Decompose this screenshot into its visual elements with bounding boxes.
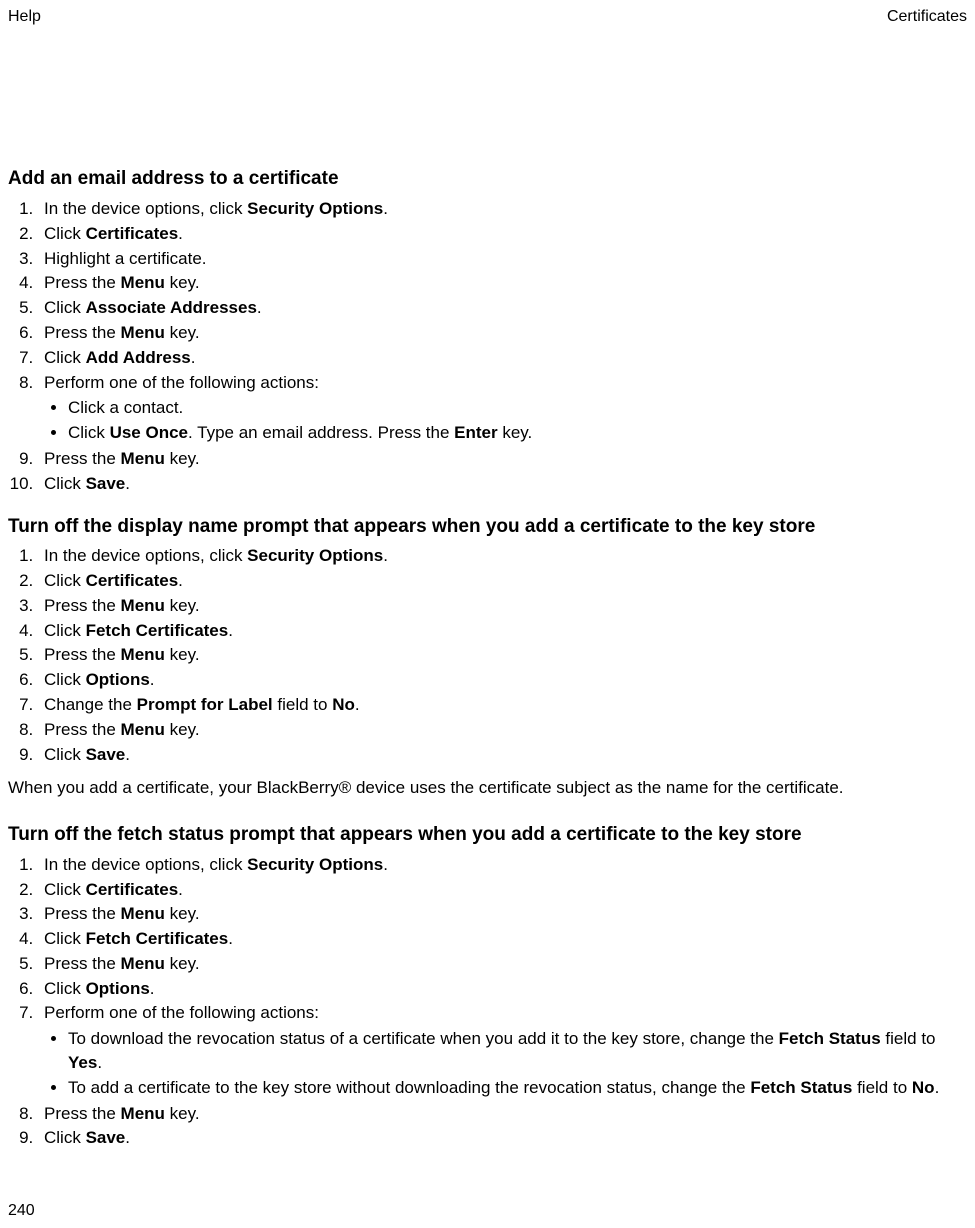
list-item: Perform one of the following actions: Cl… — [38, 371, 967, 445]
list-item: Press the Menu key. — [38, 643, 967, 667]
list-item: Change the Prompt for Label field to No. — [38, 693, 967, 717]
list-item: Click Save. — [38, 472, 967, 496]
section-title: Add an email address to a certificate — [8, 166, 967, 193]
list-item: Press the Menu key. — [38, 1102, 967, 1126]
list-item: Press the Menu key. — [38, 952, 967, 976]
step-list: In the device options, click Security Op… — [8, 853, 967, 1151]
list-item: Click Save. — [38, 743, 967, 767]
list-item: Press the Menu key. — [38, 902, 967, 926]
step-list: In the device options, click Security Op… — [8, 197, 967, 496]
list-item: Perform one of the following actions: To… — [38, 1001, 967, 1099]
list-item: Click a contact. — [68, 396, 967, 420]
list-item: Click Certificates. — [38, 222, 967, 246]
list-item: Click Fetch Certificates. — [38, 619, 967, 643]
list-item: In the device options, click Security Op… — [38, 197, 967, 221]
list-item: In the device options, click Security Op… — [38, 853, 967, 877]
list-item: Click Certificates. — [38, 569, 967, 593]
list-item: Press the Menu key. — [38, 594, 967, 618]
list-item: To download the revocation status of a c… — [68, 1027, 967, 1075]
list-item: Press the Menu key. — [38, 447, 967, 471]
page-header: Help Certificates — [0, 0, 975, 28]
list-item: Click Add Address. — [38, 346, 967, 370]
step-list: In the device options, click Security Op… — [8, 544, 967, 766]
list-item: To add a certificate to the key store wi… — [68, 1076, 967, 1100]
list-item: Click Options. — [38, 977, 967, 1001]
list-item: Press the Menu key. — [38, 271, 967, 295]
page-number: 240 — [8, 1200, 35, 1222]
list-item: Press the Menu key. — [38, 321, 967, 345]
list-item: Highlight a certificate. — [38, 247, 967, 271]
header-left: Help — [8, 6, 41, 28]
sub-list: To download the revocation status of a c… — [44, 1027, 967, 1099]
sub-list: Click a contact. Click Use Once. Type an… — [44, 396, 967, 445]
list-item: Press the Menu key. — [38, 718, 967, 742]
page-content: Add an email address to a certificate In… — [0, 28, 975, 1150]
section-note: When you add a certificate, your BlackBe… — [8, 776, 967, 800]
list-item: Click Save. — [38, 1126, 967, 1150]
section-title: Turn off the fetch status prompt that ap… — [8, 822, 967, 849]
list-item: Click Certificates. — [38, 878, 967, 902]
list-item: Click Associate Addresses. — [38, 296, 967, 320]
list-item: Click Options. — [38, 668, 967, 692]
list-item: Click Fetch Certificates. — [38, 927, 967, 951]
header-right: Certificates — [887, 6, 967, 28]
section-title: Turn off the display name prompt that ap… — [8, 514, 967, 541]
list-item: Click Use Once. Type an email address. P… — [68, 421, 967, 445]
list-item: In the device options, click Security Op… — [38, 544, 967, 568]
